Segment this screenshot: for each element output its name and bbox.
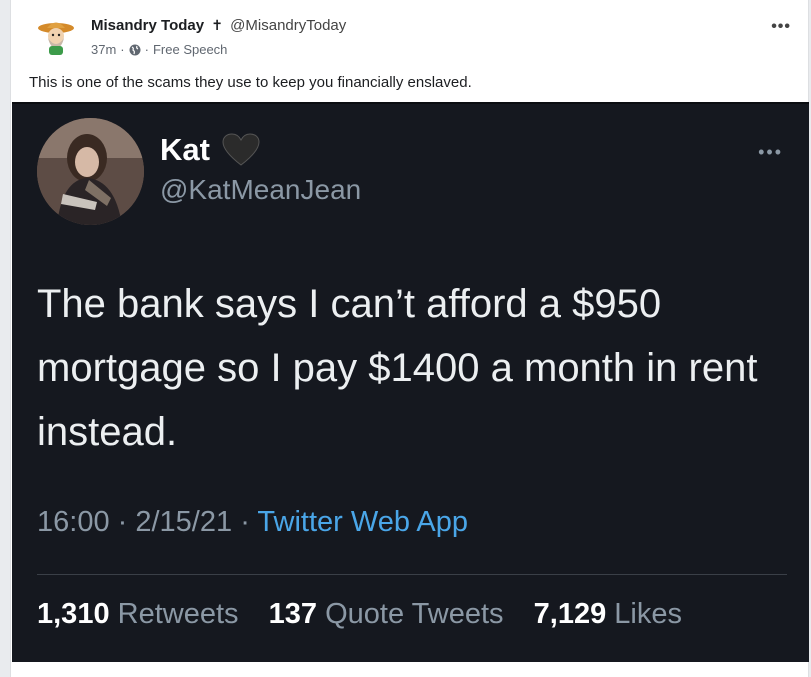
quote-tweets-label: Quote Tweets	[325, 598, 504, 630]
audience-label: Free Speech	[152, 42, 228, 57]
image-border	[12, 102, 809, 104]
post-header: Misandry Today ✝ @MisandryToday 37m · · …	[35, 14, 795, 64]
post-meta: 37m · · Free Speech	[91, 42, 227, 57]
tweet-handle: @KatMeanJean	[160, 174, 362, 205]
author-line: Misandry Today ✝ @MisandryToday	[91, 17, 346, 34]
author-name[interactable]: Misandry Today	[91, 17, 204, 34]
meta-separator: ·	[240, 506, 258, 538]
post-caption: This is one of the scams they use to kee…	[29, 74, 472, 91]
meta-separator: ·	[117, 506, 136, 538]
tweet-name-row: Kat	[160, 132, 260, 168]
post-time[interactable]: 37m	[91, 42, 116, 57]
likes-count: 7,129	[533, 598, 607, 630]
likes-label: Likes	[614, 598, 682, 630]
tweet-screenshot-image[interactable]: Kat @KatMeanJean ••• The bank says I can…	[12, 102, 809, 662]
tweet-time: 16:00	[37, 506, 110, 538]
tweet-source: Twitter Web App	[257, 506, 469, 538]
tweet-text: The bank says I can’t afford a $950 mort…	[37, 282, 758, 454]
black-heart-icon	[222, 133, 260, 166]
meta-separator: ·	[144, 42, 149, 57]
retweets-label: Retweets	[117, 598, 239, 630]
post-more-options-icon[interactable]: •••	[771, 18, 791, 36]
meta-separator: ·	[120, 42, 125, 57]
tweet-more-icon: •••	[758, 142, 783, 162]
tweet-date: 2/15/21	[135, 506, 233, 538]
globe-icon	[129, 44, 141, 55]
quote-tweets-count: 137	[268, 598, 318, 630]
author-handle[interactable]: @MisandryToday	[230, 17, 346, 34]
retweets-count: 1,310	[37, 598, 110, 630]
post-card: Misandry Today ✝ @MisandryToday 37m · · …	[10, 0, 809, 677]
tweet-meta: 16:00 · 2/15/21 · Twitter Web App	[37, 506, 468, 539]
tweet-display-name: Kat	[160, 132, 210, 167]
mascot-logo-icon	[38, 22, 74, 55]
tweet-avatar	[37, 118, 144, 225]
tweet-divider	[37, 574, 787, 575]
cross-icon: ✝	[211, 17, 223, 33]
profile-photo-icon	[37, 118, 144, 225]
tweet-stats: 1,310 Retweets 137 Quote Tweets 7,129 Li…	[37, 598, 682, 631]
page-avatar[interactable]	[35, 16, 77, 58]
